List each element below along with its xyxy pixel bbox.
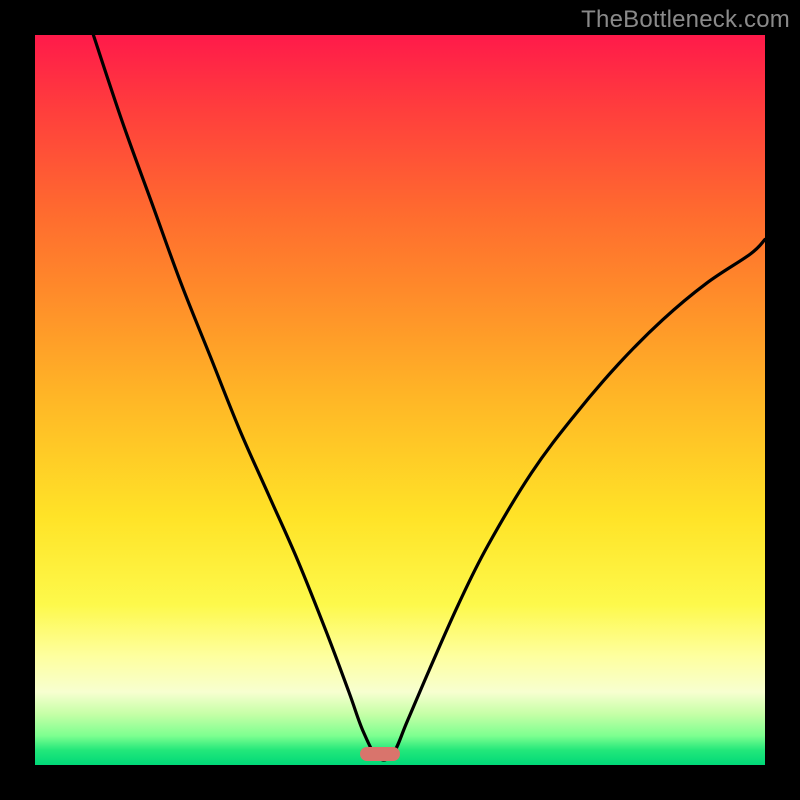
- watermark-text: TheBottleneck.com: [581, 6, 790, 34]
- bottleneck-curve: [35, 35, 765, 765]
- minimum-marker: [360, 747, 400, 761]
- chart-frame: TheBottleneck.com: [0, 0, 800, 800]
- plot-area: [35, 35, 765, 765]
